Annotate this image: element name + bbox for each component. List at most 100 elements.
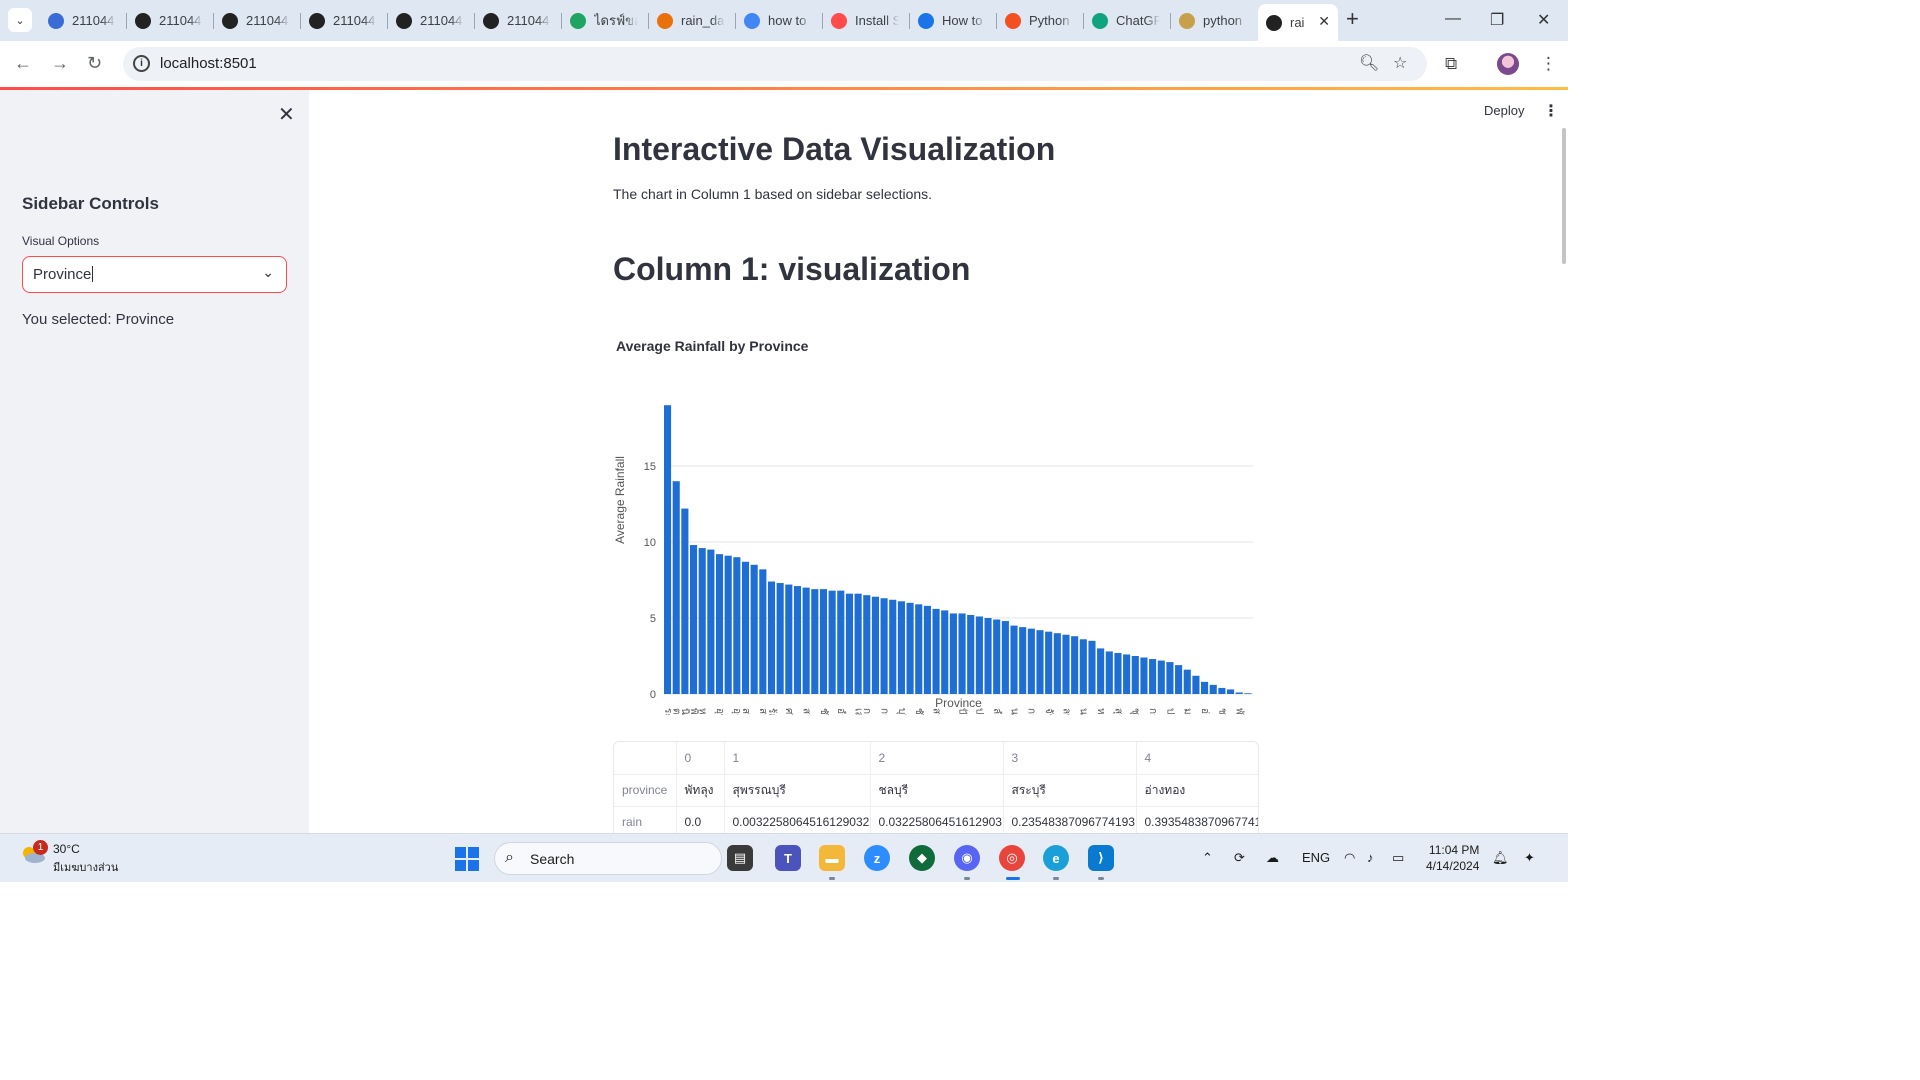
bar[interactable] <box>1088 640 1096 694</box>
copilot-icon[interactable]: ✦ <box>1524 850 1535 866</box>
table-cell[interactable]: ชลบุรี <box>870 774 1004 807</box>
bar[interactable] <box>1019 627 1027 694</box>
bar[interactable] <box>880 598 888 694</box>
bar[interactable] <box>1062 634 1070 694</box>
bar[interactable] <box>689 545 698 694</box>
extensions-icon[interactable]: ⧉ <box>1445 54 1457 74</box>
table-cell[interactable]: สระบุรี <box>1003 774 1137 807</box>
bar[interactable] <box>1175 665 1183 694</box>
browser-tab[interactable]: ChatGP <box>1084 6 1171 35</box>
bar[interactable] <box>1192 675 1200 694</box>
browser-tab[interactable]: Install S <box>823 6 910 35</box>
bar[interactable] <box>958 613 966 694</box>
table-cell[interactable]: 0.3935483870967741 <box>1136 806 1258 833</box>
notification-bell-icon[interactable]: 🔔︎ <box>1492 850 1509 866</box>
browser-tab[interactable]: 211044 <box>301 6 388 35</box>
bar[interactable] <box>1097 648 1105 694</box>
bar[interactable] <box>785 584 793 694</box>
browser-tab[interactable]: rain_da <box>649 6 736 35</box>
bar[interactable] <box>681 508 689 694</box>
bar[interactable] <box>1053 633 1061 694</box>
bar[interactable] <box>707 549 715 694</box>
browser-tab[interactable]: How to <box>910 6 997 35</box>
bar[interactable] <box>811 589 819 694</box>
bar[interactable] <box>1166 662 1174 694</box>
restore-button[interactable]: ❐ <box>1490 10 1504 30</box>
column-header[interactable]: 1 <box>724 742 871 775</box>
column-header[interactable]: 2 <box>870 742 1004 775</box>
bar[interactable] <box>949 613 957 694</box>
bar[interactable] <box>1149 659 1157 694</box>
browser-tab[interactable]: rai ✕ <box>1258 4 1338 41</box>
vscode-icon[interactable]: ⟩ <box>1088 845 1114 871</box>
bar[interactable] <box>871 596 879 694</box>
browser-menu-icon[interactable]: ⋮ <box>1540 54 1557 74</box>
bar[interactable] <box>1123 654 1131 694</box>
profile-avatar[interactable] <box>1497 53 1519 75</box>
bar[interactable] <box>1140 657 1148 694</box>
bar[interactable] <box>1131 656 1139 694</box>
discord-icon[interactable]: ◉ <box>954 845 980 871</box>
bar[interactable] <box>776 583 784 694</box>
chevron-down-icon[interactable]: ⌄ <box>262 264 274 281</box>
browser-tab[interactable]: 211044 <box>127 6 214 35</box>
dataframe[interactable]: 0 1 2 3 4 province พัทลุง สุพรรณบุรี ชลบุรี สระบุ… <box>613 741 1259 833</box>
mongodb-icon[interactable]: ◆ <box>909 845 935 871</box>
bar[interactable] <box>750 564 758 694</box>
bar[interactable] <box>889 599 897 694</box>
bookmark-star-icon[interactable]: ☆ <box>1393 53 1407 73</box>
bar[interactable] <box>767 581 776 694</box>
bar[interactable] <box>1227 689 1235 694</box>
browser-tab[interactable]: ไดรฟ์ของ <box>562 6 649 35</box>
bar[interactable] <box>854 593 862 694</box>
rainfall-chart[interactable]: Average Rainfall by Province 051015ระนอง… <box>613 330 1263 715</box>
bar[interactable] <box>1105 651 1113 694</box>
language-indicator[interactable]: ENG <box>1302 850 1330 865</box>
bar[interactable] <box>664 405 672 694</box>
bar[interactable] <box>915 604 923 694</box>
chrome-icon[interactable]: ◎ <box>999 845 1025 871</box>
visual-options-select[interactable]: Province ⌄ <box>22 256 287 293</box>
deploy-button[interactable]: Deploy <box>1484 103 1524 118</box>
close-tab-icon[interactable]: ✕ <box>1318 13 1330 30</box>
bar[interactable] <box>897 601 905 694</box>
zoom-app-icon[interactable]: z <box>864 845 890 871</box>
browser-tab[interactable]: 211044 <box>475 6 562 35</box>
sync-icon[interactable]: ⟳ <box>1234 850 1245 866</box>
start-button[interactable] <box>455 847 479 871</box>
forward-button[interactable]: → <box>51 53 69 74</box>
bar[interactable] <box>1114 652 1122 694</box>
bar[interactable] <box>1235 692 1243 694</box>
bar[interactable] <box>1079 639 1087 694</box>
close-sidebar-icon[interactable]: ✕ <box>278 102 295 127</box>
bar[interactable] <box>1071 636 1079 694</box>
bar[interactable] <box>793 586 802 694</box>
bar[interactable] <box>993 619 1001 694</box>
zoom-icon[interactable]: 🔍︎ <box>1359 53 1379 73</box>
bar[interactable] <box>1183 669 1191 694</box>
browser-tab[interactable]: 211044 <box>40 6 127 35</box>
browser-tab[interactable]: Python <box>997 6 1084 35</box>
table-cell[interactable]: 0.0 <box>676 806 725 833</box>
app-menu-icon[interactable]: ⋮ <box>1543 101 1559 121</box>
bar[interactable] <box>724 555 732 694</box>
teams-icon[interactable]: T <box>775 845 801 871</box>
table-cell[interactable]: 0.03225806451612903 <box>870 806 1004 833</box>
wifi-icon[interactable]: ◠ <box>1344 850 1355 866</box>
bar[interactable] <box>715 554 724 694</box>
bar[interactable] <box>1209 684 1217 694</box>
bar[interactable] <box>1001 621 1009 694</box>
clock[interactable]: 11:04 PM 4/14/2024 <box>1426 842 1479 874</box>
bar[interactable] <box>984 618 992 694</box>
bar[interactable] <box>1027 628 1035 694</box>
battery-icon[interactable]: ▭ <box>1392 850 1404 866</box>
column-header[interactable]: 3 <box>1003 742 1137 775</box>
bar[interactable] <box>819 589 828 694</box>
bar[interactable] <box>1010 625 1018 694</box>
bar[interactable] <box>941 610 949 694</box>
bar[interactable] <box>967 614 975 694</box>
column-header[interactable]: 4 <box>1136 742 1258 775</box>
table-cell[interactable]: 0.23548387096774193 <box>1003 806 1137 833</box>
bar[interactable] <box>733 557 741 694</box>
table-cell[interactable]: พัทลุง <box>676 774 725 807</box>
